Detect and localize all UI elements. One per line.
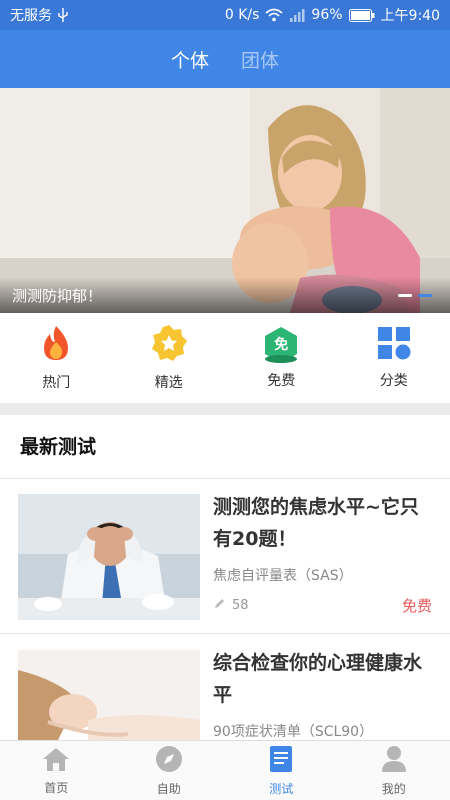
section-divider (0, 403, 450, 415)
battery-percent: 96% (311, 7, 343, 23)
top-tab-bar: 个体 团体 (0, 30, 450, 88)
tab-individual[interactable]: 个体 (171, 46, 209, 73)
bottom-nav-label: 我的 (381, 781, 406, 796)
participant-count: 58 (232, 598, 249, 613)
bottom-nav-test[interactable]: 测试 (225, 741, 338, 800)
test-subtitle: 焦虑自评量表（SAS） (213, 568, 353, 584)
star-badge-icon (150, 324, 188, 366)
free-badge-icon: 免 (262, 326, 300, 364)
flame-icon (38, 324, 74, 366)
test-thumbnail (18, 494, 200, 620)
signal-icon (289, 8, 305, 22)
bottom-nav-mine[interactable]: 我的 (338, 741, 450, 800)
test-title: 综合检查你的心理健康水平 (213, 652, 423, 706)
battery-icon (348, 8, 375, 22)
quick-nav-featured[interactable]: 精选 (113, 313, 226, 403)
price-tag: 免费 (401, 597, 432, 615)
quick-nav-hot[interactable]: 热门 (0, 313, 113, 403)
category-grid-icon (377, 326, 411, 364)
free-badge-text: 免 (274, 337, 289, 353)
carousel-dot[interactable] (398, 294, 412, 297)
banner-caption: 测测防抑郁！ (0, 277, 450, 313)
quick-nav-free[interactable]: 免 免费 (225, 313, 338, 403)
section-title: 最新测试 (20, 436, 97, 458)
quick-nav-label: 热门 (42, 375, 71, 391)
carousel-dot-active[interactable] (418, 294, 432, 297)
pencil-icon (213, 597, 226, 614)
quick-nav-label: 分类 (379, 373, 408, 389)
stressed-man-illustration (18, 494, 200, 620)
book-icon (269, 745, 293, 777)
tab-group[interactable]: 团体 (241, 46, 279, 73)
clock: 上午9:40 (380, 8, 440, 24)
bottom-nav-label: 自助 (156, 781, 181, 796)
carousel-indicator (398, 294, 432, 297)
usb-icon (58, 8, 68, 22)
bottom-nav-label: 测试 (269, 781, 294, 796)
bottom-nav-home[interactable]: 首页 (0, 741, 113, 800)
carrier-label: 无服务 (10, 8, 52, 24)
test-title: 测测您的焦虑水平~它只有20题！ (213, 496, 419, 550)
bottom-nav: 首页 自助 测试 我的 (0, 740, 450, 800)
quick-nav: 热门 精选 免 免费 分类 (0, 313, 450, 403)
quick-nav-label: 免费 (267, 373, 296, 389)
wifi-icon (265, 8, 283, 22)
compass-icon (155, 745, 183, 777)
bottom-nav-selfhelp[interactable]: 自助 (113, 741, 226, 800)
test-list-item[interactable]: 测测您的焦虑水平~它只有20题！ 焦虑自评量表（SAS） 58 免费 (0, 479, 450, 634)
test-subtitle: 90项症状清单（SCL90） (213, 724, 374, 740)
status-bar: 无服务 0 K/s 96% 上午9:40 (0, 0, 450, 30)
promo-banner[interactable]: 测测防抑郁！ (0, 88, 450, 313)
test-participant-count: 58 (213, 597, 249, 614)
quick-nav-label: 精选 (154, 375, 183, 391)
bottom-nav-label: 首页 (44, 780, 69, 795)
user-icon (381, 745, 407, 777)
quick-nav-category[interactable]: 分类 (338, 313, 450, 403)
network-speed: 0 K/s (224, 7, 260, 23)
home-icon (42, 746, 70, 776)
